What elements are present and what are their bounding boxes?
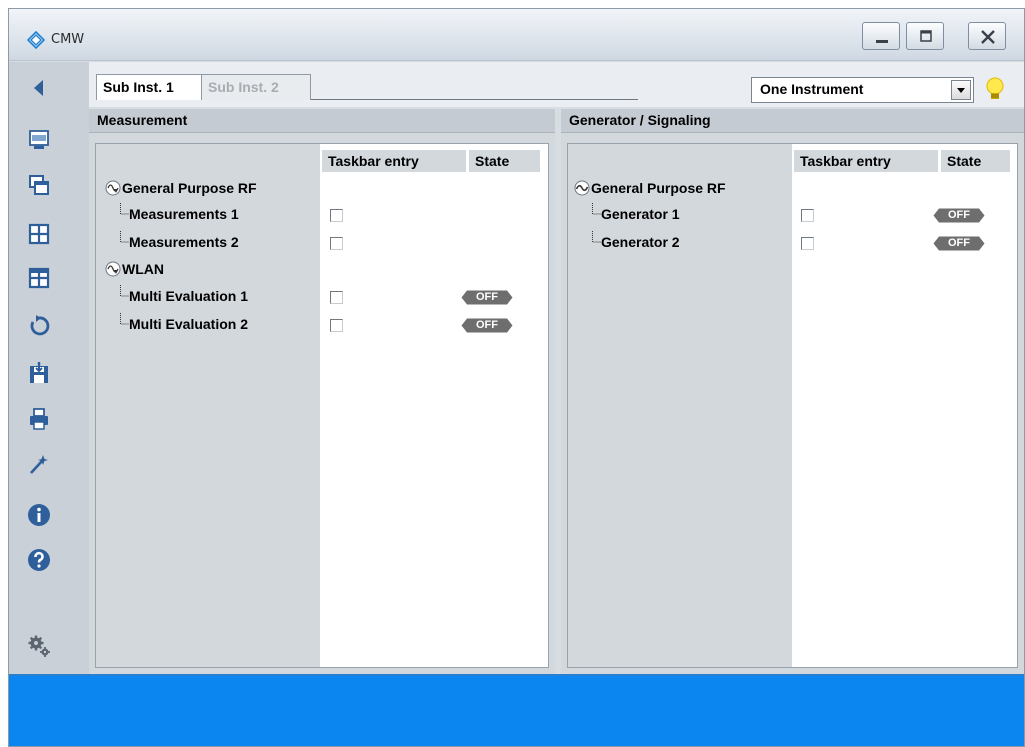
windows-icon[interactable] (27, 173, 51, 197)
title-bar[interactable]: CMW (9, 9, 1024, 61)
cmw-window: CMW Sub Inst. 1 Sub Inst. 2 One Instrume… (8, 8, 1025, 747)
measurement-panel-title: Measurement (97, 112, 188, 128)
measurement-panel: Measurement Taskbar entry State General … (89, 109, 555, 674)
tree-group-label: General Purpose RF (122, 180, 257, 196)
instrument-select[interactable]: One Instrument (751, 77, 974, 103)
help-icon[interactable] (27, 548, 51, 572)
taskbar-checkbox-multi-evaluation-1[interactable] (330, 291, 343, 304)
state-value: OFF (476, 319, 498, 331)
generator-col-taskbar-entry: Taskbar entry (794, 150, 938, 172)
instrument-select-value: One Instrument (760, 81, 864, 97)
tree-item-label: Generator 2 (601, 234, 680, 250)
taskbar-checkbox-multi-evaluation-2[interactable] (330, 319, 343, 332)
generator-panel-title: Generator / Signaling (569, 112, 711, 128)
sub-instrument-tabbar: Sub Inst. 1 Sub Inst. 2 One Instrument (89, 62, 1024, 107)
info-icon[interactable] (27, 503, 51, 527)
tree-item-label: Generator 1 (601, 206, 680, 222)
grid-icon[interactable] (27, 222, 51, 246)
sine-wave-icon[interactable] (574, 180, 590, 196)
state-toggle-generator-2[interactable]: OFF (933, 236, 985, 251)
tab-sub-inst-2[interactable]: Sub Inst. 2 (201, 74, 311, 100)
tree-item-label: Measurements 2 (129, 234, 239, 250)
measurement-panel-header: Measurement (89, 109, 555, 133)
state-toggle-multi-evaluation-1[interactable]: OFF (461, 290, 513, 305)
taskbar-checkbox-measurements-2[interactable] (330, 237, 343, 250)
cmw-screen-icon[interactable] (27, 128, 51, 152)
lightbulb-icon[interactable] (982, 76, 1008, 104)
state-value: OFF (948, 237, 970, 249)
measurement-col-state: State (469, 150, 540, 172)
tree-group-label: WLAN (122, 261, 164, 277)
chevron-down-icon (957, 88, 965, 93)
tree-group-label: General Purpose RF (591, 180, 726, 196)
close-icon (981, 30, 995, 44)
tab-underline (311, 99, 638, 100)
collapse-toggle-icon[interactable] (105, 180, 121, 196)
state-value: OFF (948, 209, 970, 221)
collapse-toggle-icon[interactable] (105, 261, 121, 277)
dropdown-arrow-button[interactable] (951, 80, 971, 100)
state-toggle-generator-1[interactable]: OFF (933, 208, 985, 223)
tree-item-label: Multi Evaluation 2 (129, 316, 249, 332)
state-toggle-multi-evaluation-2[interactable]: OFF (461, 318, 513, 333)
minimize-icon (876, 40, 888, 43)
generator-panel: Generator / Signaling Taskbar entry Stat… (561, 109, 1024, 674)
back-arrow-icon[interactable] (27, 76, 51, 100)
state-value: OFF (476, 291, 498, 303)
tree-item-label: Multi Evaluation 1 (129, 288, 249, 304)
rohde-schwarz-logo-icon (27, 31, 45, 49)
generator-panel-header: Generator / Signaling (561, 109, 1024, 133)
grid-icon[interactable] (27, 266, 51, 290)
close-button[interactable] (968, 22, 1006, 50)
settings-icon[interactable] (27, 634, 51, 658)
measurement-panel-body: Taskbar entry State General Purpose RF M… (95, 143, 549, 668)
save-icon[interactable] (27, 361, 51, 385)
minimize-button[interactable] (862, 22, 900, 50)
print-icon[interactable] (27, 407, 51, 431)
tab-sub-inst-1[interactable]: Sub Inst. 1 (96, 74, 203, 100)
taskbar-checkbox-generator-1[interactable] (801, 209, 814, 222)
generator-panel-body: Taskbar entry State General Purpose RF G… (567, 143, 1018, 668)
maximize-button[interactable] (906, 22, 944, 50)
bottom-status-bar (9, 674, 1024, 746)
measurement-col-taskbar-entry: Taskbar entry (322, 150, 466, 172)
generator-col-state: State (941, 150, 1010, 172)
left-toolbar (9, 62, 89, 674)
refresh-icon[interactable] (27, 314, 51, 338)
window-title: CMW (51, 32, 85, 47)
taskbar-checkbox-generator-2[interactable] (801, 237, 814, 250)
restore-icon (920, 30, 932, 42)
taskbar-checkbox-measurements-1[interactable] (330, 209, 343, 222)
tree-item-label: Measurements 1 (129, 206, 239, 222)
wizard-icon[interactable] (27, 452, 51, 476)
